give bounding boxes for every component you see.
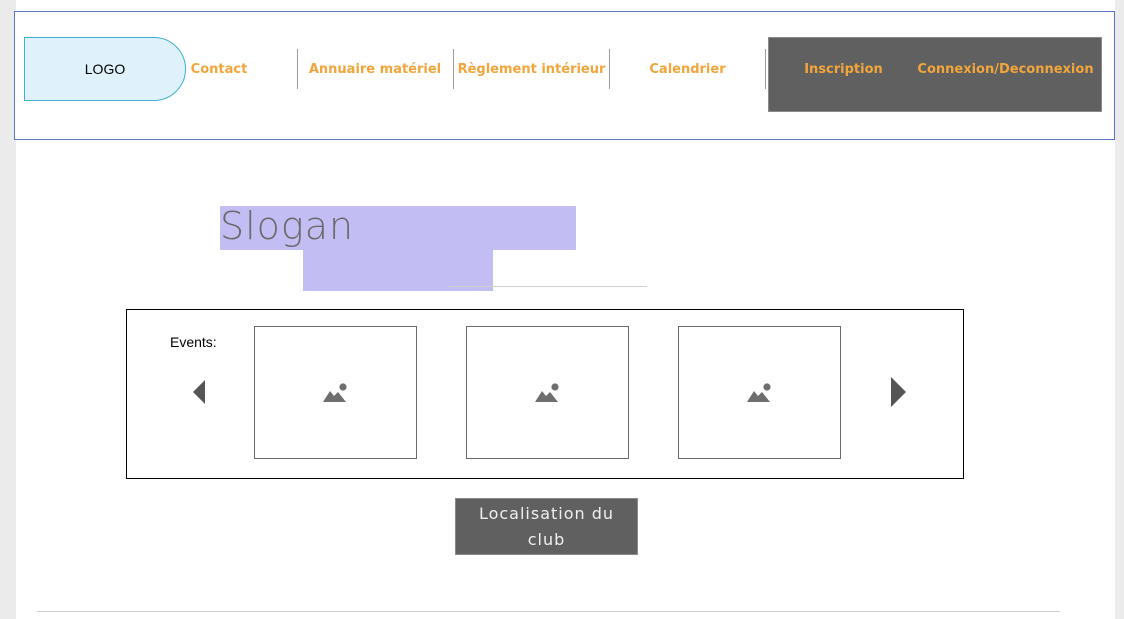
nav-inscription[interactable]: Inscription xyxy=(768,49,919,89)
event-card[interactable] xyxy=(254,326,417,459)
image-placeholder-icon xyxy=(746,382,771,402)
image-placeholder-icon xyxy=(534,382,559,402)
nav-connexion-deconnexion[interactable]: Connexion/Deconnexion xyxy=(917,49,1093,89)
footer-divider xyxy=(37,611,1060,612)
location-button[interactable]: Localisation du club xyxy=(455,498,638,555)
nav-annuaire-materiel[interactable]: Annuaire matériel xyxy=(298,49,452,89)
slogan-highlight xyxy=(303,250,493,291)
nav-reglement-interieur[interactable]: Règlement intérieur xyxy=(454,49,609,89)
carousel-prev-arrow-icon[interactable] xyxy=(193,380,205,404)
event-card[interactable] xyxy=(678,326,841,459)
carousel-next-arrow-icon[interactable] xyxy=(891,377,906,407)
logo-text: LOGO xyxy=(84,61,126,77)
image-placeholder-icon xyxy=(322,382,347,402)
events-label: Events: xyxy=(170,334,217,350)
nav-calendrier[interactable]: Calendrier xyxy=(610,49,765,89)
nav-contact[interactable]: Contact xyxy=(186,49,252,89)
logo[interactable]: LOGO xyxy=(24,37,186,101)
event-card[interactable] xyxy=(466,326,629,459)
slogan-underline xyxy=(447,286,647,287)
nav-divider xyxy=(765,49,766,89)
slogan: Slogan xyxy=(220,204,355,248)
